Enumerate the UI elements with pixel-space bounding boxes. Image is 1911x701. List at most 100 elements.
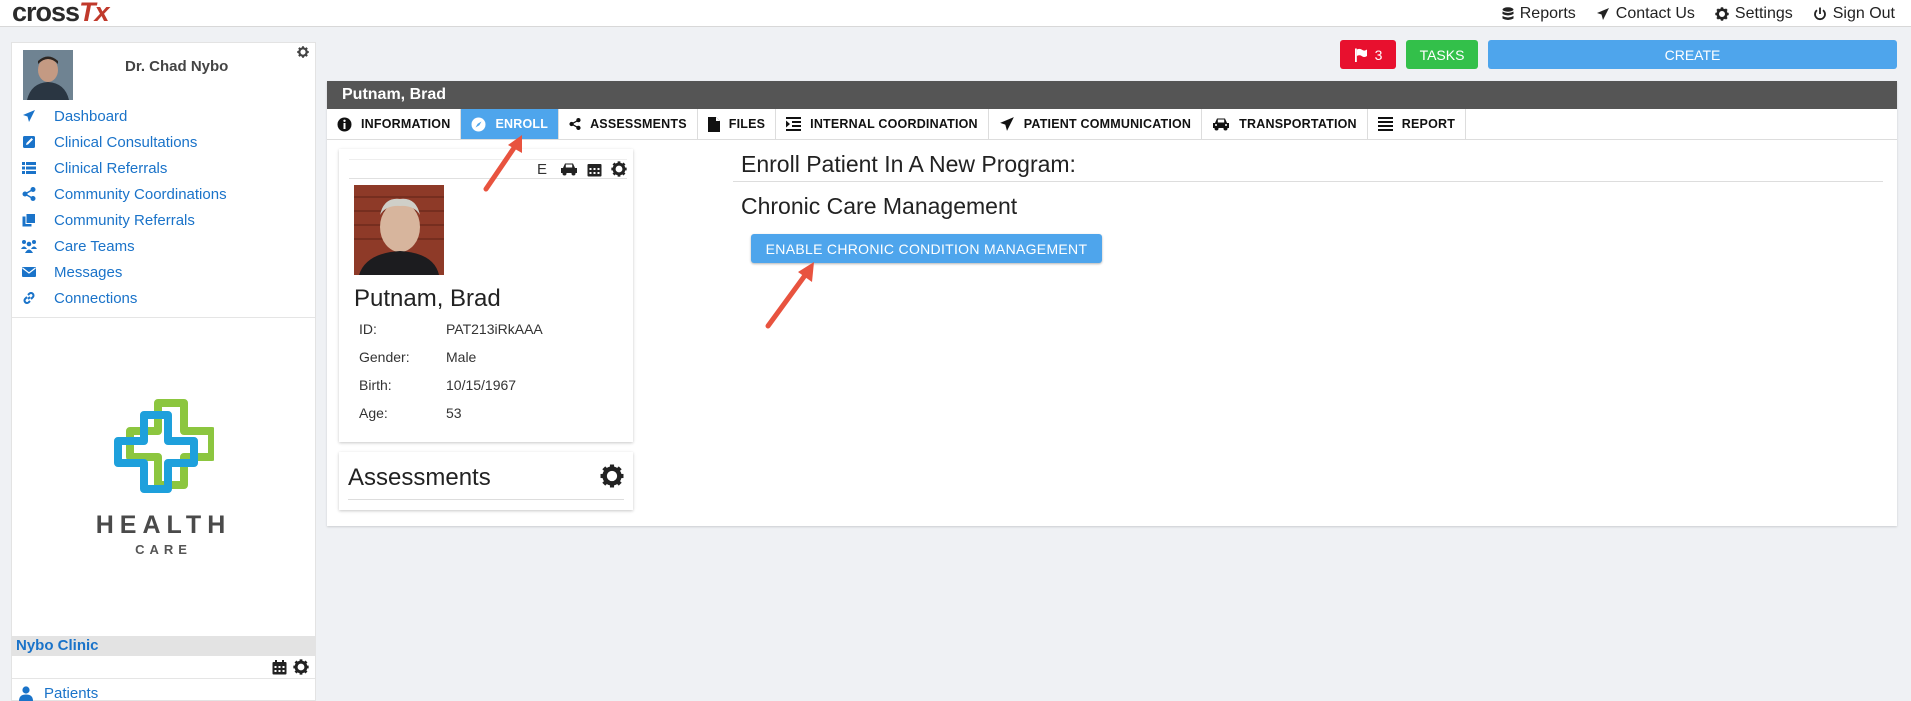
divider (733, 181, 1883, 182)
sidebar-item-clinical-referrals[interactable]: Clinical Referrals (12, 155, 315, 181)
tab-assessments[interactable]: ASSESSMENTS (559, 109, 698, 139)
patients-label: Patients (44, 685, 99, 701)
gear-icon[interactable] (611, 161, 627, 177)
info-row-birth: Birth: 10/15/1967 (359, 377, 543, 405)
enable-ccm-button[interactable]: ENABLE CHRONIC CONDITION MANAGEMENT (751, 234, 1102, 263)
info-icon (337, 117, 352, 132)
sidebar-item-clinical-consultations[interactable]: Clinical Consultations (12, 129, 315, 155)
profile-gear-icon[interactable] (297, 46, 309, 58)
health-cross-icon (113, 397, 214, 497)
annotation-arrow-enable (765, 262, 814, 329)
tasks-button[interactable]: TASKS (1406, 40, 1478, 69)
program-title: Chronic Care Management (741, 193, 1018, 219)
car-icon[interactable] (560, 162, 578, 176)
info-key: Gender: (359, 349, 410, 365)
settings-label: Settings (1734, 4, 1793, 22)
compass-icon (471, 117, 486, 132)
indent-icon (786, 117, 802, 131)
card-tool-letter[interactable]: E (537, 161, 547, 178)
gear-icon[interactable] (600, 464, 624, 488)
sidebar-item-label: Clinical Referrals (54, 159, 168, 177)
gear-icon (1715, 6, 1729, 21)
reports-label: Reports (1519, 4, 1576, 22)
crosstx-logo[interactable]: crossTx (12, 0, 110, 27)
paper-plane-icon (1596, 7, 1610, 21)
assessments-card: Assessments (339, 452, 633, 510)
info-value: 53 (446, 405, 462, 421)
tab-files[interactable]: FILES (698, 109, 777, 139)
user-icon (18, 686, 34, 701)
clinic-name[interactable]: Nybo Clinic (12, 636, 315, 656)
tab-label: PATIENT COMMUNICATION (1023, 117, 1192, 131)
patient-name: Putnam, Brad (354, 285, 501, 312)
info-key: ID: (359, 321, 377, 337)
tab-patient-communication[interactable]: PATIENT COMMUNICATION (989, 109, 1203, 139)
flag-icon (1354, 48, 1368, 62)
top-bar: crossTx Reports Contact Us Settings Sign… (0, 0, 1911, 27)
link-icon (20, 290, 38, 306)
info-row-id: ID: PAT213iRkAAA (359, 321, 543, 349)
sidebar-item-patients[interactable]: Patients (12, 678, 315, 701)
sidebar-item-label: Messages (54, 263, 123, 281)
envelope-icon (20, 264, 38, 280)
contact-link[interactable]: Contact Us (1596, 5, 1695, 23)
paper-plane-icon (20, 108, 38, 124)
doctor-name: Dr. Chad Nybo (125, 58, 229, 75)
sidebar-item-label: Community Referrals (54, 211, 195, 229)
sidebar-item-community-referrals[interactable]: Community Referrals (12, 207, 315, 233)
assessments-title: Assessments (348, 464, 491, 491)
create-button[interactable]: CREATE (1488, 40, 1897, 69)
sidebar-item-label: Clinical Consultations (54, 133, 198, 151)
power-icon (1813, 7, 1827, 21)
file-icon (707, 116, 720, 132)
brand-title: HEALTH (95, 511, 232, 539)
top-nav: Reports Contact Us Settings Sign Out (1502, 0, 1895, 27)
info-row-gender: Gender: Male (359, 349, 543, 377)
enroll-title: Enroll Patient In A New Program: (741, 151, 1076, 177)
info-row-age: Age: 53 (359, 405, 543, 433)
patient-tabs: INFORMATION ENROLL ASSESSMENTS FILES INT… (327, 109, 1897, 140)
tab-label: FILES (728, 117, 766, 131)
signout-label: Sign Out (1832, 4, 1895, 22)
sidebar-item-messages[interactable]: Messages (12, 259, 315, 285)
doctor-avatar[interactable] (23, 50, 73, 100)
list-icon (20, 160, 38, 176)
calendar-icon[interactable] (587, 162, 602, 177)
copy-icon (20, 212, 38, 228)
sidebar-item-label: Community Coordinations (54, 185, 227, 203)
sidebar-item-label: Care Teams (54, 237, 135, 255)
patient-header-name: Putnam, Brad (327, 81, 1897, 109)
sidebar-item-care-teams[interactable]: Care Teams (12, 233, 315, 259)
logo-main-text: cross (12, 0, 80, 27)
share-icon (20, 186, 38, 202)
info-value: PAT213iRkAAA (446, 321, 543, 337)
people-icon (20, 238, 38, 254)
sidebar-item-label: Connections (54, 289, 138, 307)
tab-transportation[interactable]: TRANSPORTATION (1202, 109, 1368, 139)
tab-internal-coordination[interactable]: INTERNAL COORDINATION (776, 109, 989, 139)
edit-square-icon (20, 134, 38, 150)
sidebar-item-connections[interactable]: Connections (12, 285, 315, 311)
calendar-icon[interactable] (272, 659, 287, 675)
patient-photo (354, 185, 444, 275)
signout-link[interactable]: Sign Out (1813, 5, 1895, 23)
health-care-logo: HEALTH CARE (12, 318, 315, 636)
contact-label: Contact Us (1615, 4, 1695, 22)
settings-link[interactable]: Settings (1715, 5, 1793, 23)
patient-panel: Putnam, Brad INFORMATION ENROLL ASSESSME… (327, 81, 1897, 526)
sidebar-item-community-coordinations[interactable]: Community Coordinations (12, 181, 315, 207)
profile-section: Dr. Chad Nybo (12, 43, 315, 101)
sidebar-item-dashboard[interactable]: Dashboard (12, 103, 315, 129)
car-icon (1212, 117, 1230, 131)
sidebar-menu: Dashboard Clinical Consultations Clinica… (12, 103, 315, 311)
reports-link[interactable]: Reports (1502, 5, 1576, 23)
clinic-tools (12, 656, 315, 678)
tab-report[interactable]: REPORT (1368, 109, 1467, 139)
gear-icon[interactable] (293, 659, 309, 675)
tab-label: INTERNAL COORDINATION (810, 117, 978, 131)
tab-information[interactable]: INFORMATION (327, 109, 462, 139)
share-icon (569, 117, 581, 131)
info-key: Birth: (359, 377, 392, 393)
tab-label: ENROLL (495, 117, 549, 131)
flags-button[interactable]: 3 (1340, 40, 1396, 69)
